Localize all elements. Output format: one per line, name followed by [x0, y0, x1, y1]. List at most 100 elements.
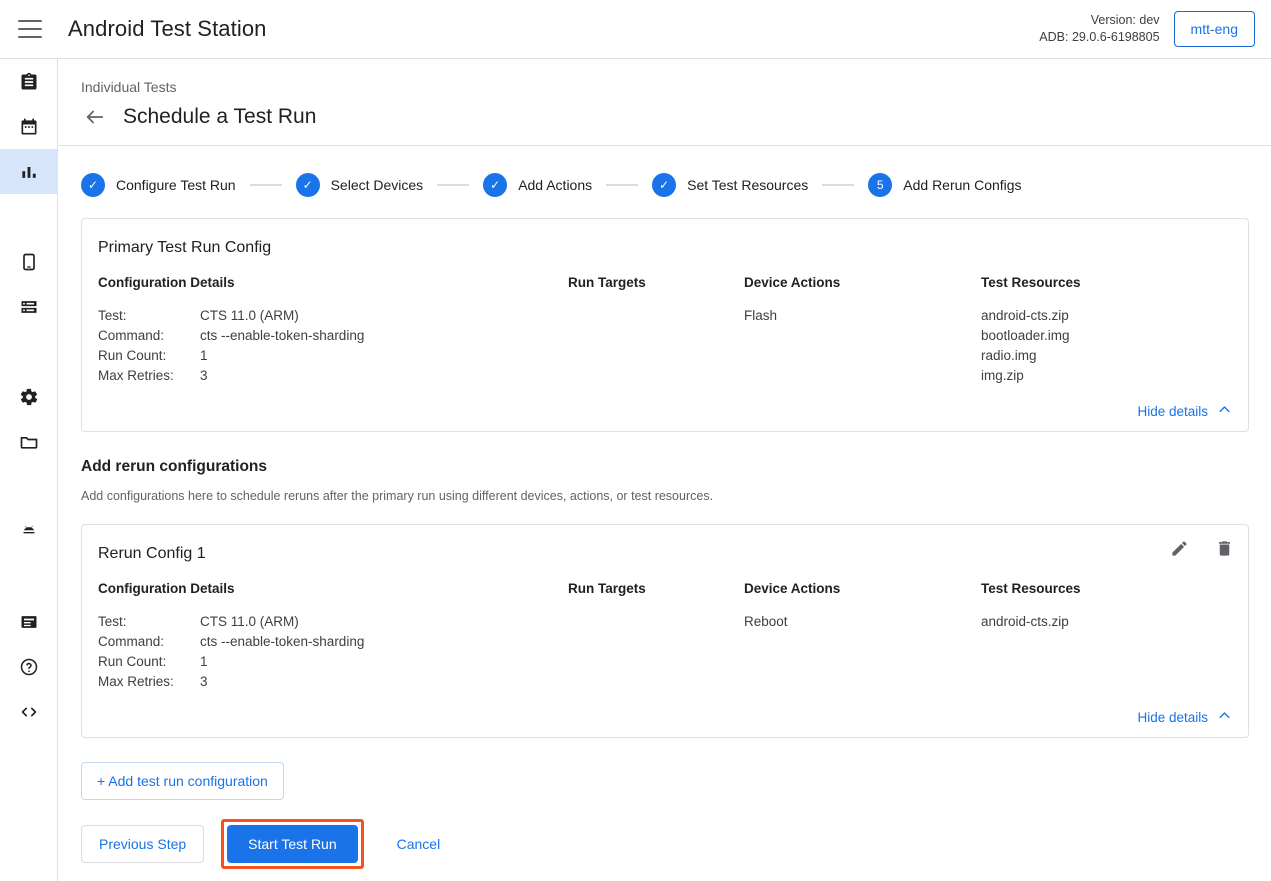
step-marker: ✓: [81, 173, 105, 197]
breadcrumb[interactable]: Individual Tests: [81, 79, 1271, 95]
detail-key: Test:: [98, 306, 200, 326]
sidebar-item-test-runs[interactable]: [0, 59, 58, 104]
hide-details-label: Hide details: [1137, 404, 1208, 419]
column-header: Run Targets: [568, 581, 744, 596]
detail-row: Max Retries: 3: [98, 672, 568, 692]
sidebar-item-developer[interactable]: [0, 689, 58, 734]
hide-details-toggle[interactable]: Hide details: [1137, 402, 1232, 420]
card-action-icons: [1170, 539, 1234, 558]
calendar-icon: [19, 117, 39, 137]
detail-value: cts --enable-token-sharding: [200, 326, 364, 346]
step-label: Configure Test Run: [116, 177, 236, 193]
detail-row: Max Retries: 3: [98, 366, 568, 386]
app-title: Android Test Station: [68, 16, 267, 42]
detail-key: Test:: [98, 612, 200, 632]
start-test-run-highlight: Start Test Run: [221, 819, 363, 869]
bar-chart-icon: [19, 162, 39, 182]
detail-row: Test: CTS 11.0 (ARM): [98, 306, 568, 326]
step-marker: ✓: [296, 173, 320, 197]
detail-row: Test: CTS 11.0 (ARM): [98, 612, 568, 632]
detail-key: Run Count:: [98, 652, 200, 672]
code-brackets-icon: [18, 701, 40, 723]
sidebar-spacer-3: [0, 464, 57, 509]
sidebar-item-devices[interactable]: [0, 239, 58, 284]
trash-icon[interactable]: [1215, 539, 1234, 558]
clipboard-icon: [19, 72, 39, 92]
column-header: Run Targets: [568, 275, 744, 290]
detail-key: Max Retries:: [98, 672, 200, 692]
adb-version-line: ADB: 29.0.6-6198805: [1039, 29, 1159, 46]
cancel-button[interactable]: Cancel: [389, 826, 449, 862]
config-details-column: Configuration Details Test: CTS 11.0 (AR…: [98, 275, 568, 386]
step-add-rerun-configs[interactable]: 5 Add Rerun Configs: [868, 173, 1021, 197]
detail-row: Command: cts --enable-token-sharding: [98, 632, 568, 652]
step-label: Set Test Resources: [687, 177, 808, 193]
test-resource-item: android-cts.zip: [981, 612, 1232, 632]
column-header: Test Resources: [981, 275, 1232, 290]
step-connector: [822, 184, 854, 186]
detail-value: 3: [200, 672, 208, 692]
column-header: Test Resources: [981, 581, 1232, 596]
sidebar-spacer-1: [0, 194, 57, 239]
sidebar-item-test-results[interactable]: [0, 149, 58, 194]
sidebar-item-help[interactable]: [0, 644, 58, 689]
sidebar-item-settings[interactable]: [0, 374, 58, 419]
detail-value: CTS 11.0 (ARM): [200, 306, 299, 326]
step-label: Add Rerun Configs: [903, 177, 1021, 193]
add-test-run-configuration-button[interactable]: + Add test run configuration: [81, 762, 284, 800]
hamburger-menu-icon[interactable]: [18, 20, 42, 38]
card-title: Rerun Config 1: [98, 545, 1232, 563]
start-test-run-button[interactable]: Start Test Run: [227, 825, 357, 863]
step-select-devices[interactable]: ✓ Select Devices: [296, 173, 424, 197]
article-icon: [19, 612, 39, 632]
step-connector: [437, 184, 469, 186]
rerun-config-card: Rerun Config 1 Configuration Details Tes…: [81, 524, 1249, 738]
topbar-right-group: Version: dev ADB: 29.0.6-6198805 mtt-eng: [1039, 11, 1271, 47]
top-app-bar: Android Test Station Version: dev ADB: 2…: [0, 0, 1271, 59]
rerun-section-title: Add rerun configurations: [81, 458, 1271, 476]
previous-step-button[interactable]: Previous Step: [81, 825, 204, 863]
arrow-left-icon[interactable]: [81, 103, 109, 131]
detail-key: Max Retries:: [98, 366, 200, 386]
sidebar-item-android-builds[interactable]: [0, 509, 58, 554]
device-actions-column: Device Actions Reboot: [744, 581, 981, 692]
test-resources-column: Test Resources android-cts.zip: [981, 581, 1232, 692]
page-title: Schedule a Test Run: [123, 105, 316, 129]
sidebar-item-notes[interactable]: [0, 599, 58, 644]
sidebar-item-hosts[interactable]: [0, 284, 58, 329]
test-resource-item: bootloader.img: [981, 326, 1232, 346]
wizard-actions-row: Previous Step Start Test Run Cancel: [81, 819, 1271, 869]
step-connector: [250, 184, 282, 186]
main-content: Individual Tests Schedule a Test Run ✓ C…: [59, 59, 1271, 881]
test-resources-column: Test Resources android-cts.zip bootloade…: [981, 275, 1232, 386]
column-header: Device Actions: [744, 275, 981, 290]
step-label: Select Devices: [331, 177, 424, 193]
folder-icon: [19, 432, 39, 452]
step-set-test-resources[interactable]: ✓ Set Test Resources: [652, 173, 808, 197]
run-targets-column: Run Targets: [568, 581, 744, 692]
pencil-icon[interactable]: [1170, 539, 1189, 558]
detail-value: 1: [200, 652, 208, 672]
device-action-item: Flash: [744, 306, 981, 326]
step-label: Add Actions: [518, 177, 592, 193]
step-marker: ✓: [483, 173, 507, 197]
add-config-row: + Add test run configuration: [81, 762, 1271, 800]
detail-row: Run Count: 1: [98, 652, 568, 672]
detail-key: Run Count:: [98, 346, 200, 366]
detail-row: Command: cts --enable-token-sharding: [98, 326, 568, 346]
step-marker: ✓: [652, 173, 676, 197]
sidebar-item-test-plans[interactable]: [0, 104, 58, 149]
test-resource-item: radio.img: [981, 346, 1232, 366]
config-grid: Configuration Details Test: CTS 11.0 (AR…: [98, 275, 1232, 386]
gear-icon: [19, 387, 39, 407]
sidebar-spacer-2: [0, 329, 57, 374]
step-configure-test-run[interactable]: ✓ Configure Test Run: [81, 173, 236, 197]
sidebar-item-file-browser[interactable]: [0, 419, 58, 464]
step-add-actions[interactable]: ✓ Add Actions: [483, 173, 592, 197]
wizard-stepper: ✓ Configure Test Run ✓ Select Devices ✓ …: [59, 146, 1271, 197]
user-chip-button[interactable]: mtt-eng: [1174, 11, 1255, 47]
rerun-section-subtitle: Add configurations here to schedule reru…: [81, 489, 1271, 503]
detail-key: Command:: [98, 326, 200, 346]
hide-details-toggle[interactable]: Hide details: [1137, 708, 1232, 726]
chevron-up-icon: [1217, 708, 1232, 726]
